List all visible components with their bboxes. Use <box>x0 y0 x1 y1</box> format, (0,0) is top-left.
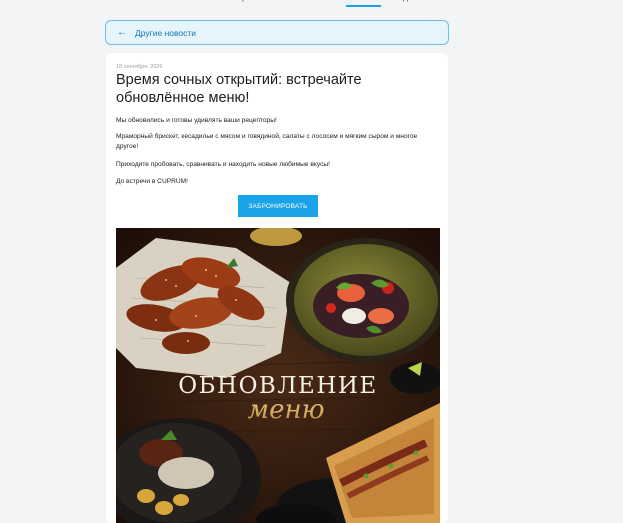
lime-bowl <box>390 362 440 394</box>
salmon-salad-plate <box>286 238 440 362</box>
news-article-card: 18 сентября, 2026 Время сочных открытий:… <box>106 53 448 523</box>
other-news-button[interactable]: ← Другие новости <box>105 20 449 45</box>
nav-items: О нас Фотогалерея Меню Отзывы Новости Видео <box>170 0 419 7</box>
article-paragraph-1: Мы обновились и готовы удивлять ваши рец… <box>116 117 277 124</box>
top-navigation: О нас Фотогалерея Меню Отзывы Новости Видео <box>0 0 623 7</box>
nav-item[interactable]: Отзывы <box>303 0 336 7</box>
article-paragraph-4: До встречи в CUPRUM! <box>116 178 188 185</box>
nav-item[interactable]: Видео <box>391 0 418 7</box>
article-paragraph-2: Мраморный брискет, кесадильи с мясом и г… <box>116 133 418 150</box>
nav-item[interactable]: Фотогалерея <box>205 0 257 7</box>
nav-item[interactable]: Новости <box>346 0 382 7</box>
nav-item[interactable]: Меню <box>267 0 293 7</box>
nav-item[interactable]: О нас <box>170 0 195 7</box>
article-title: Время сочных открытий: встречайте обновл… <box>116 72 362 106</box>
article-date: 18 сентября, 2026 <box>116 64 163 70</box>
menu-update-promo-image: ОБНОВЛЕНИЕ меню <box>116 228 440 523</box>
promo-script-text: меню <box>248 395 325 425</box>
other-news-label: Другие новости <box>135 27 197 38</box>
arrow-left-icon: ← <box>117 27 127 38</box>
article-paragraph-3: Приходите пробовать, сравнивать и находи… <box>116 161 330 168</box>
book-table-button[interactable]: ЗАБРОНИРОВАТЬ <box>238 195 318 217</box>
